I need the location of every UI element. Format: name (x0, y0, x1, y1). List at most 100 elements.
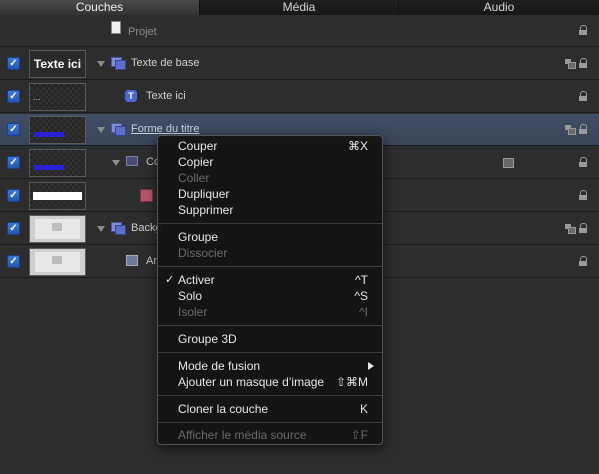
menu-item-label: Mode de fusion (178, 359, 261, 373)
lock-icon[interactable] (579, 157, 588, 167)
layer-options-icon[interactable] (503, 158, 514, 168)
menu-item-isoler[interactable]: Isoler ^I (158, 304, 382, 320)
layer-name: Texte de base (131, 57, 200, 69)
project-document-icon (111, 21, 121, 34)
layer-thumbnail: Texte ici (29, 50, 86, 78)
menu-item-label: Copier (178, 155, 214, 169)
menu-item-label: Afficher le média source (178, 428, 307, 442)
layer-row-texte-ici[interactable]: ✓ ... T Texte ici (0, 81, 599, 113)
layer-enable-checkbox[interactable]: ✓ (7, 189, 20, 202)
menu-item-shortcut: ⌘X (347, 139, 368, 153)
menu-separator (158, 352, 382, 353)
layer-thumbnail (29, 215, 86, 243)
menu-item-label: Groupe (178, 230, 219, 244)
tab-audio[interactable]: Audio (399, 0, 599, 15)
layer-name: Forme du titre (131, 123, 200, 135)
menu-item-label: Dupliquer (178, 187, 230, 201)
group-type-icon[interactable] (565, 59, 576, 69)
menu-item-label: Groupe 3D (178, 332, 237, 346)
menu-item-shortcut: ^T (355, 273, 368, 287)
menu-item-label: Isoler (178, 305, 208, 319)
menu-separator (158, 266, 382, 267)
layer-thumbnail (29, 149, 86, 177)
lock-icon[interactable] (579, 124, 588, 134)
menu-item-label: Supprimer (178, 203, 234, 217)
lock-icon[interactable] (579, 91, 588, 101)
layer-enable-checkbox[interactable]: ✓ (7, 255, 20, 268)
lock-icon[interactable] (579, 58, 588, 68)
menu-item-label: Solo (178, 289, 203, 303)
menu-item-activer[interactable]: ✓ Activer ^T (158, 272, 382, 288)
layer-name: Texte ici (146, 90, 186, 102)
menu-item-cloner-la-couche[interactable]: Cloner la couche K (158, 401, 382, 417)
image-layer-icon (126, 255, 138, 266)
menu-item-couper[interactable]: Couper ⌘X (158, 138, 382, 154)
layer-enable-checkbox[interactable]: ✓ (7, 156, 20, 169)
layer-thumbnail: ... (29, 83, 86, 111)
group-icon (111, 123, 126, 136)
layer-enable-checkbox[interactable]: ✓ (7, 222, 20, 235)
layer-name: Ar (146, 255, 157, 267)
context-menu: Couper ⌘X Copier Coller Dupliquer Suppri… (157, 135, 383, 445)
thumbnail-text: Texte ici (33, 57, 82, 71)
text-layer-icon: T (125, 90, 137, 102)
disclosure-triangle-icon[interactable] (112, 160, 120, 166)
layer-thumbnail (29, 182, 86, 210)
menu-item-mode-de-fusion[interactable]: Mode de fusion (158, 358, 382, 374)
panel-tabs: Couches Média Audio (0, 0, 599, 15)
menu-item-shortcut: ⇧⌘M (335, 375, 368, 389)
menu-item-solo[interactable]: Solo ^S (158, 288, 382, 304)
menu-item-coller[interactable]: Coller (158, 170, 382, 186)
menu-item-shortcut: ^I (359, 305, 368, 319)
thumbnail-shape (34, 132, 64, 137)
menu-item-shortcut: ⇧F (350, 428, 368, 442)
disclosure-triangle-icon[interactable] (97, 61, 105, 67)
menu-separator (158, 395, 382, 396)
menu-item-afficher-media-source[interactable]: Afficher le média source ⇧F (158, 427, 382, 443)
menu-item-label: Coller (178, 171, 210, 185)
lock-icon[interactable] (579, 25, 588, 35)
submenu-arrow-icon (368, 362, 374, 370)
menu-item-shortcut: K (359, 402, 368, 416)
layer-thumbnail (29, 116, 86, 144)
lock-icon[interactable] (579, 190, 588, 200)
menu-item-groupe-3d[interactable]: Groupe 3D (158, 331, 382, 347)
menu-item-supprimer[interactable]: Supprimer (158, 202, 382, 218)
lock-icon[interactable] (579, 223, 588, 233)
menu-item-dupliquer[interactable]: Dupliquer (158, 186, 382, 202)
checkmark-icon: ✓ (165, 274, 175, 286)
group-icon (111, 57, 126, 70)
menu-item-dissocier[interactable]: Dissocier (158, 245, 382, 261)
menu-item-groupe[interactable]: Groupe (158, 229, 382, 245)
menu-separator (158, 223, 382, 224)
effect-layer-icon (126, 156, 138, 166)
layer-enable-checkbox[interactable]: ✓ (7, 90, 20, 103)
tab-media[interactable]: Média (200, 0, 399, 15)
menu-item-label: Ajouter un masque d’image (178, 375, 325, 389)
menu-item-ajouter-masque[interactable]: Ajouter un masque d’image ⇧⌘M (158, 374, 382, 390)
thumbnail-shape (34, 165, 64, 170)
group-type-icon[interactable] (565, 125, 576, 135)
menu-item-copier[interactable]: Copier (158, 154, 382, 170)
tab-couches[interactable]: Couches (0, 0, 200, 15)
menu-item-label: Dissocier (178, 246, 228, 260)
menu-item-label: Cloner la couche (178, 402, 269, 416)
menu-separator (158, 422, 382, 423)
menu-item-label: Activer (178, 273, 215, 287)
layer-enable-checkbox[interactable]: ✓ (7, 123, 20, 136)
menu-separator (158, 325, 382, 326)
thumbnail-text: ... (33, 92, 41, 102)
layer-row-texte-de-base[interactable]: ✓ Texte ici Texte de base (0, 48, 599, 80)
lock-icon[interactable] (579, 256, 588, 266)
layer-enable-checkbox[interactable]: ✓ (7, 57, 20, 70)
project-row[interactable]: Projet (0, 15, 599, 47)
thumbnail-shape (33, 192, 82, 200)
disclosure-triangle-icon[interactable] (97, 226, 105, 232)
group-icon (111, 222, 126, 235)
group-type-icon[interactable] (565, 224, 576, 234)
menu-item-label: Couper (178, 139, 218, 153)
project-label: Projet (128, 26, 157, 38)
disclosure-triangle-icon[interactable] (97, 127, 105, 133)
shape-layer-icon (140, 189, 153, 202)
layer-thumbnail (29, 248, 86, 276)
